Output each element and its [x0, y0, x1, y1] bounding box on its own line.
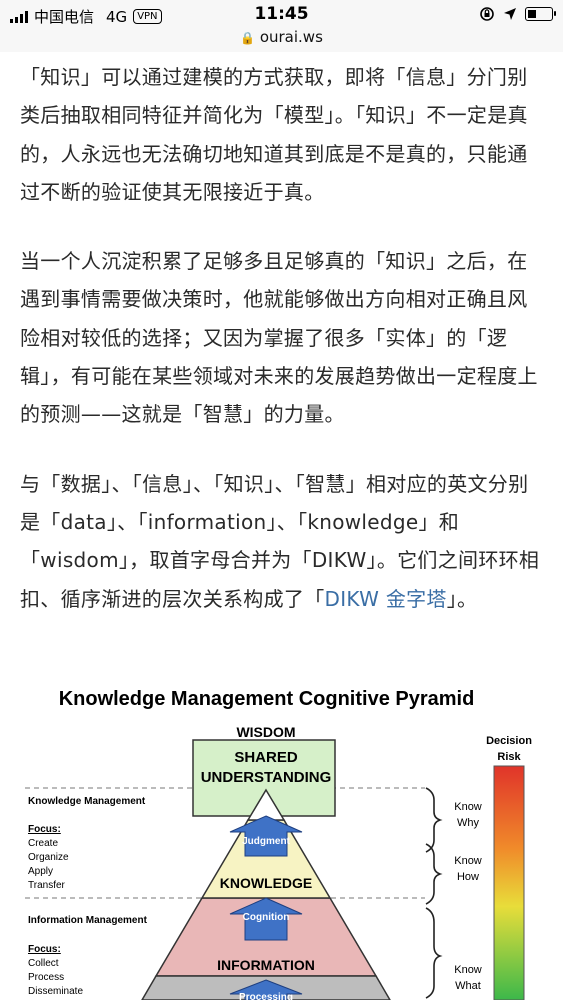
- battery-icon: [525, 7, 556, 21]
- risk-label-2: Risk: [497, 751, 521, 763]
- paragraph-knowledge: 「知识」可以通过建模的方式获取，即将「信息」分门别类后抽取相同特征并简化为「模型…: [20, 65, 528, 204]
- im-item-process: Process: [28, 972, 64, 983]
- article-body: 「知识」可以通过建模的方式获取，即将「信息」分门别类后抽取相同特征并简化为「模型…: [20, 58, 545, 649]
- brace-what: [425, 907, 443, 999]
- know-what-label-1: Know: [454, 964, 482, 976]
- paragraph-dikw-end: 」。: [446, 586, 478, 611]
- paragraph-dikw: 与「数据」、「信息」、「知识」、「智慧」相对应的英文分别是「data」、「inf…: [20, 465, 545, 618]
- shared-label: SHARED: [234, 749, 298, 766]
- processing-label: Processing: [239, 992, 293, 1000]
- know-why-label-1: Know: [454, 801, 482, 813]
- risk-label-1: Decision: [486, 735, 532, 747]
- im-item-collect: Collect: [28, 958, 59, 969]
- paragraph-wisdom: 当一个人沉淀积累了足够多且足够真的「知识」之后，在遇到事情需要做决策时，他就能够…: [20, 249, 538, 427]
- pyramid-diagram: WISDOM SHARED UNDERSTANDING Judgment KNO…: [25, 724, 532, 1000]
- brace-why: [425, 787, 443, 853]
- im-item-disseminate: Disseminate: [28, 986, 83, 997]
- km-item-create: Create: [28, 838, 58, 849]
- im-title: Information Management: [28, 915, 148, 926]
- judgment-label: Judgment: [242, 836, 290, 847]
- wisdom-label: WISDOM: [236, 724, 295, 740]
- km-focus-label: Focus:: [28, 824, 61, 835]
- url-text: ourai.ws: [259, 28, 323, 46]
- decision-risk-bar: [493, 765, 525, 1000]
- km-title: Knowledge Management: [28, 796, 146, 807]
- know-what-label-2: What: [455, 980, 481, 992]
- status-right: [479, 6, 556, 22]
- im-focus-label: Focus:: [28, 944, 61, 955]
- status-bar: 中国电信 4G VPN 11:45 🔒 ourai.ws: [0, 0, 563, 52]
- km-item-apply: Apply: [28, 866, 53, 877]
- knowledge-label: KNOWLEDGE: [220, 875, 313, 891]
- dikw-pyramid-link[interactable]: DIKW 金字塔: [325, 587, 447, 611]
- information-label: INFORMATION: [217, 957, 315, 973]
- know-how-label-1: Know: [454, 855, 482, 867]
- know-why-label-2: Why: [457, 817, 480, 829]
- address-bar[interactable]: 🔒 ourai.ws: [0, 28, 563, 46]
- orientation-lock-icon: [480, 7, 494, 21]
- km-item-organize: Organize: [28, 852, 69, 863]
- cognition-label: Cognition: [243, 912, 290, 923]
- location-icon: [504, 8, 516, 20]
- lock-icon: 🔒: [240, 31, 256, 45]
- pyramid-figure: Knowledge Management Cognitive Pyramid W…: [0, 688, 563, 1000]
- km-item-transfer: Transfer: [28, 880, 66, 891]
- know-how-label-2: How: [457, 871, 479, 883]
- understanding-label: UNDERSTANDING: [201, 769, 332, 786]
- brace-how: [425, 843, 443, 905]
